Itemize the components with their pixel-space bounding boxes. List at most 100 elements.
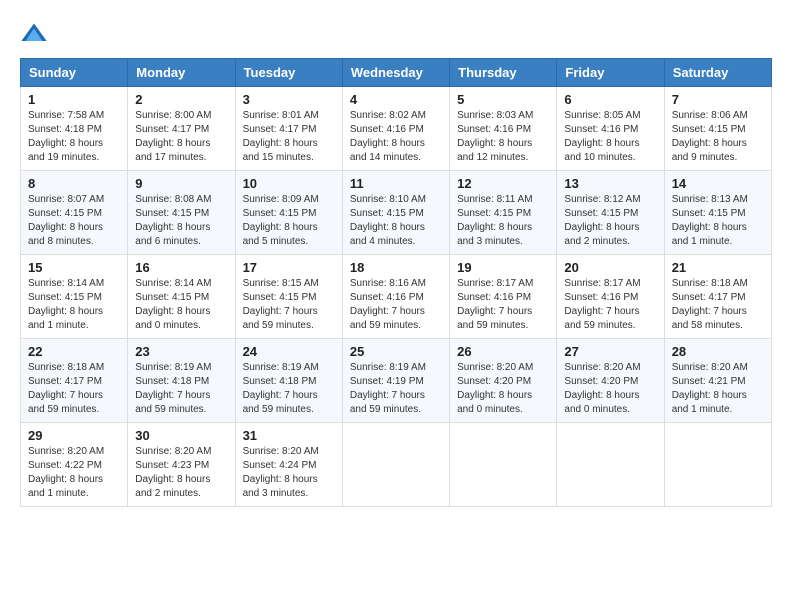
empty-cell <box>664 423 771 507</box>
day-info: Sunrise: 8:00 AM Sunset: 4:17 PM Dayligh… <box>135 109 227 165</box>
day-cell-26: 26 Sunrise: 8:20 AM Sunset: 4:20 PM Dayli… <box>450 339 557 423</box>
week-row-1: 1 Sunrise: 7:58 AM Sunset: 4:18 PM Daylig… <box>21 87 772 171</box>
day-cell-24: 24 Sunrise: 8:19 AM Sunset: 4:18 PM Dayli… <box>235 339 342 423</box>
day-number: 31 <box>243 428 335 443</box>
day-number: 14 <box>672 176 764 191</box>
day-info: Sunrise: 8:20 AM Sunset: 4:23 PM Dayligh… <box>135 445 227 501</box>
day-number: 1 <box>28 92 120 107</box>
day-number: 8 <box>28 176 120 191</box>
day-number: 7 <box>672 92 764 107</box>
day-cell-7: 7 Sunrise: 8:06 AM Sunset: 4:15 PM Daylig… <box>664 87 771 171</box>
day-cell-12: 12 Sunrise: 8:11 AM Sunset: 4:15 PM Dayli… <box>450 171 557 255</box>
day-info: Sunrise: 8:19 AM Sunset: 4:18 PM Dayligh… <box>243 361 335 417</box>
week-row-2: 8 Sunrise: 8:07 AM Sunset: 4:15 PM Daylig… <box>21 171 772 255</box>
day-number: 12 <box>457 176 549 191</box>
day-info: Sunrise: 8:14 AM Sunset: 4:15 PM Dayligh… <box>135 277 227 333</box>
weekday-header-row: SundayMondayTuesdayWednesdayThursdayFrid… <box>21 59 772 87</box>
day-cell-30: 30 Sunrise: 8:20 AM Sunset: 4:23 PM Dayli… <box>128 423 235 507</box>
weekday-header-friday: Friday <box>557 59 664 87</box>
day-info: Sunrise: 8:16 AM Sunset: 4:16 PM Dayligh… <box>350 277 442 333</box>
day-cell-2: 2 Sunrise: 8:00 AM Sunset: 4:17 PM Daylig… <box>128 87 235 171</box>
day-number: 10 <box>243 176 335 191</box>
day-cell-4: 4Sunrise: 8:02 AM Sunset: 4:16 PM Daylig… <box>342 87 449 171</box>
day-cell-22: 22 Sunrise: 8:18 AM Sunset: 4:17 PM Dayli… <box>21 339 128 423</box>
day-number: 6 <box>564 92 656 107</box>
header <box>20 20 772 48</box>
day-info: Sunrise: 8:20 AM Sunset: 4:21 PM Dayligh… <box>672 361 764 417</box>
week-row-5: 29Sunrise: 8:20 AM Sunset: 4:22 PM Dayli… <box>21 423 772 507</box>
day-info: Sunrise: 8:08 AM Sunset: 4:15 PM Dayligh… <box>135 193 227 249</box>
day-number: 23 <box>135 344 227 359</box>
day-cell-6: 6 Sunrise: 8:05 AM Sunset: 4:16 PM Daylig… <box>557 87 664 171</box>
day-info: Sunrise: 8:14 AM Sunset: 4:15 PM Dayligh… <box>28 277 120 333</box>
day-cell-1: 1 Sunrise: 7:58 AM Sunset: 4:18 PM Daylig… <box>21 87 128 171</box>
day-number: 13 <box>564 176 656 191</box>
calendar-table: SundayMondayTuesdayWednesdayThursdayFrid… <box>20 58 772 507</box>
day-cell-13: 13 Sunrise: 8:12 AM Sunset: 4:15 PM Dayli… <box>557 171 664 255</box>
day-number: 30 <box>135 428 227 443</box>
day-number: 16 <box>135 260 227 275</box>
empty-cell <box>342 423 449 507</box>
day-number: 9 <box>135 176 227 191</box>
day-number: 3 <box>243 92 335 107</box>
day-number: 22 <box>28 344 120 359</box>
day-cell-3: 3 Sunrise: 8:01 AM Sunset: 4:17 PM Daylig… <box>235 87 342 171</box>
day-cell-20: 20 Sunrise: 8:17 AM Sunset: 4:16 PM Dayli… <box>557 255 664 339</box>
day-cell-10: 10 Sunrise: 8:09 AM Sunset: 4:15 PM Dayli… <box>235 171 342 255</box>
day-cell-23: 23Sunrise: 8:19 AM Sunset: 4:18 PM Dayli… <box>128 339 235 423</box>
day-number: 28 <box>672 344 764 359</box>
day-info: Sunrise: 8:12 AM Sunset: 4:15 PM Dayligh… <box>564 193 656 249</box>
day-cell-25: 25 Sunrise: 8:19 AM Sunset: 4:19 PM Dayli… <box>342 339 449 423</box>
weekday-header-sunday: Sunday <box>21 59 128 87</box>
weekday-header-monday: Monday <box>128 59 235 87</box>
day-number: 2 <box>135 92 227 107</box>
day-cell-19: 19Sunrise: 8:17 AM Sunset: 4:16 PM Dayli… <box>450 255 557 339</box>
week-row-3: 15 Sunrise: 8:14 AM Sunset: 4:15 PM Dayli… <box>21 255 772 339</box>
day-info: Sunrise: 8:11 AM Sunset: 4:15 PM Dayligh… <box>457 193 549 249</box>
day-info: Sunrise: 8:17 AM Sunset: 4:16 PM Dayligh… <box>564 277 656 333</box>
day-cell-29: 29Sunrise: 8:20 AM Sunset: 4:22 PM Dayli… <box>21 423 128 507</box>
weekday-header-thursday: Thursday <box>450 59 557 87</box>
day-info: Sunrise: 8:20 AM Sunset: 4:22 PM Dayligh… <box>28 445 120 501</box>
day-info: Sunrise: 8:19 AM Sunset: 4:19 PM Dayligh… <box>350 361 442 417</box>
day-number: 21 <box>672 260 764 275</box>
day-cell-17: 17Sunrise: 8:15 AM Sunset: 4:15 PM Dayli… <box>235 255 342 339</box>
day-number: 20 <box>564 260 656 275</box>
day-info: Sunrise: 8:20 AM Sunset: 4:24 PM Dayligh… <box>243 445 335 501</box>
day-number: 24 <box>243 344 335 359</box>
day-number: 25 <box>350 344 442 359</box>
weekday-header-tuesday: Tuesday <box>235 59 342 87</box>
day-info: Sunrise: 8:01 AM Sunset: 4:17 PM Dayligh… <box>243 109 335 165</box>
day-cell-8: 8 Sunrise: 8:07 AM Sunset: 4:15 PM Daylig… <box>21 171 128 255</box>
day-cell-31: 31 Sunrise: 8:20 AM Sunset: 4:24 PM Dayli… <box>235 423 342 507</box>
day-cell-16: 16 Sunrise: 8:14 AM Sunset: 4:15 PM Dayli… <box>128 255 235 339</box>
day-info: Sunrise: 8:15 AM Sunset: 4:15 PM Dayligh… <box>243 277 335 333</box>
day-number: 19 <box>457 260 549 275</box>
logo-icon <box>20 20 48 48</box>
day-info: Sunrise: 7:58 AM Sunset: 4:18 PM Dayligh… <box>28 109 120 165</box>
day-cell-11: 11Sunrise: 8:10 AM Sunset: 4:15 PM Dayli… <box>342 171 449 255</box>
day-cell-21: 21 Sunrise: 8:18 AM Sunset: 4:17 PM Dayli… <box>664 255 771 339</box>
weekday-header-wednesday: Wednesday <box>342 59 449 87</box>
day-info: Sunrise: 8:05 AM Sunset: 4:16 PM Dayligh… <box>564 109 656 165</box>
day-info: Sunrise: 8:06 AM Sunset: 4:15 PM Dayligh… <box>672 109 764 165</box>
day-info: Sunrise: 8:07 AM Sunset: 4:15 PM Dayligh… <box>28 193 120 249</box>
day-cell-27: 27 Sunrise: 8:20 AM Sunset: 4:20 PM Dayli… <box>557 339 664 423</box>
day-cell-28: 28 Sunrise: 8:20 AM Sunset: 4:21 PM Dayli… <box>664 339 771 423</box>
day-number: 15 <box>28 260 120 275</box>
empty-cell <box>557 423 664 507</box>
day-cell-5: 5Sunrise: 8:03 AM Sunset: 4:16 PM Daylig… <box>450 87 557 171</box>
day-info: Sunrise: 8:20 AM Sunset: 4:20 PM Dayligh… <box>564 361 656 417</box>
day-cell-9: 9 Sunrise: 8:08 AM Sunset: 4:15 PM Daylig… <box>128 171 235 255</box>
weekday-header-saturday: Saturday <box>664 59 771 87</box>
day-info: Sunrise: 8:20 AM Sunset: 4:20 PM Dayligh… <box>457 361 549 417</box>
day-info: Sunrise: 8:02 AM Sunset: 4:16 PM Dayligh… <box>350 109 442 165</box>
empty-cell <box>450 423 557 507</box>
day-cell-14: 14Sunrise: 8:13 AM Sunset: 4:15 PM Dayli… <box>664 171 771 255</box>
day-info: Sunrise: 8:18 AM Sunset: 4:17 PM Dayligh… <box>672 277 764 333</box>
day-info: Sunrise: 8:09 AM Sunset: 4:15 PM Dayligh… <box>243 193 335 249</box>
day-cell-15: 15 Sunrise: 8:14 AM Sunset: 4:15 PM Dayli… <box>21 255 128 339</box>
day-number: 26 <box>457 344 549 359</box>
day-number: 27 <box>564 344 656 359</box>
day-info: Sunrise: 8:18 AM Sunset: 4:17 PM Dayligh… <box>28 361 120 417</box>
